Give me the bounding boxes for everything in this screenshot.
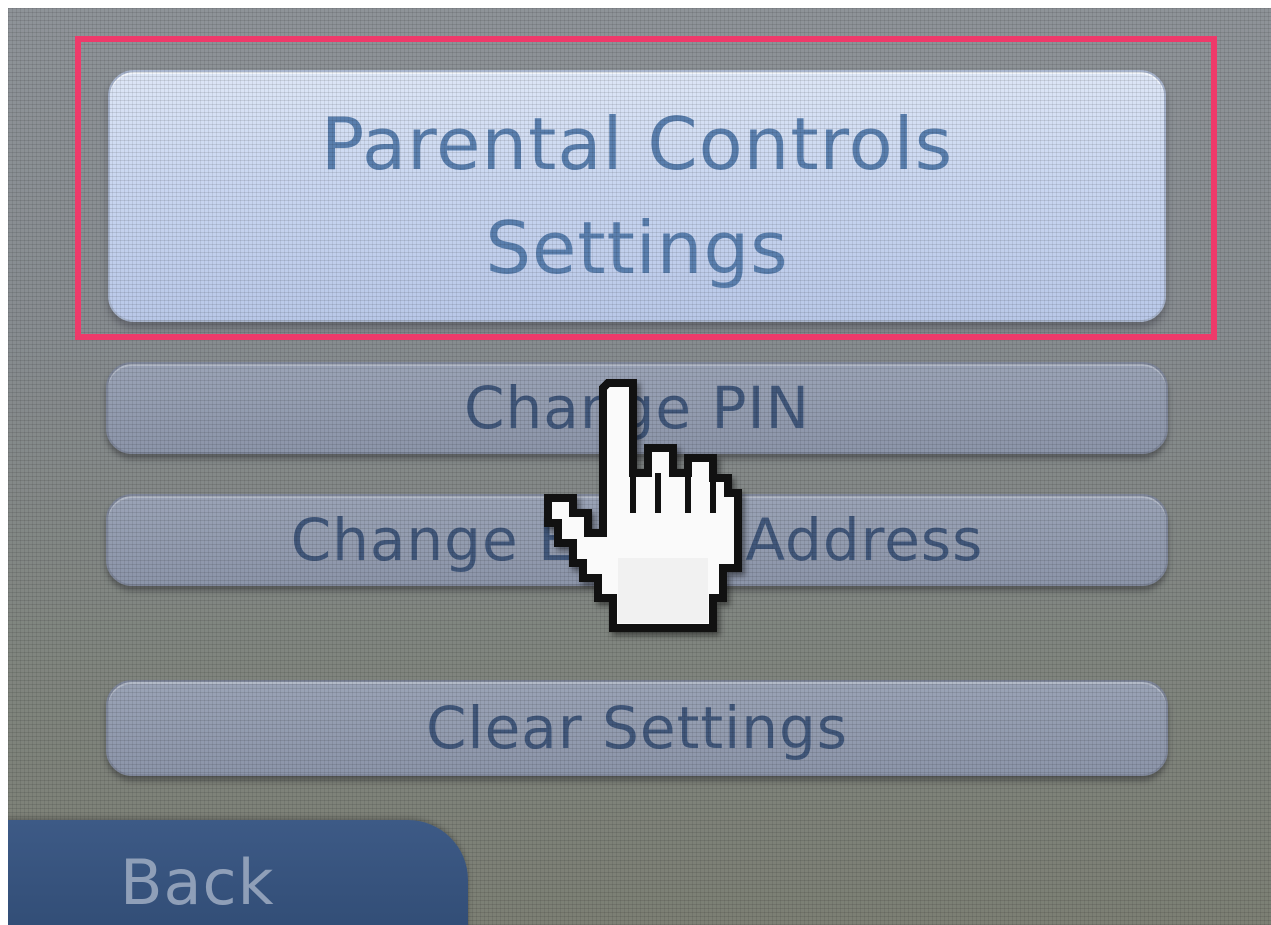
pointing-hand-cursor-icon	[544, 379, 742, 632]
parental-controls-label-line2: Settings	[485, 206, 789, 290]
parental-controls-label-line1: Parental Controls	[320, 102, 954, 186]
clear-settings-button[interactable]: Clear Settings	[106, 680, 1168, 776]
clear-settings-label: Clear Settings	[425, 694, 848, 762]
parental-controls-screen: Parental Controls Settings Change PIN Ch…	[8, 8, 1271, 925]
parental-controls-settings-button[interactable]: Parental Controls Settings	[108, 70, 1166, 322]
back-label: Back	[120, 846, 275, 919]
